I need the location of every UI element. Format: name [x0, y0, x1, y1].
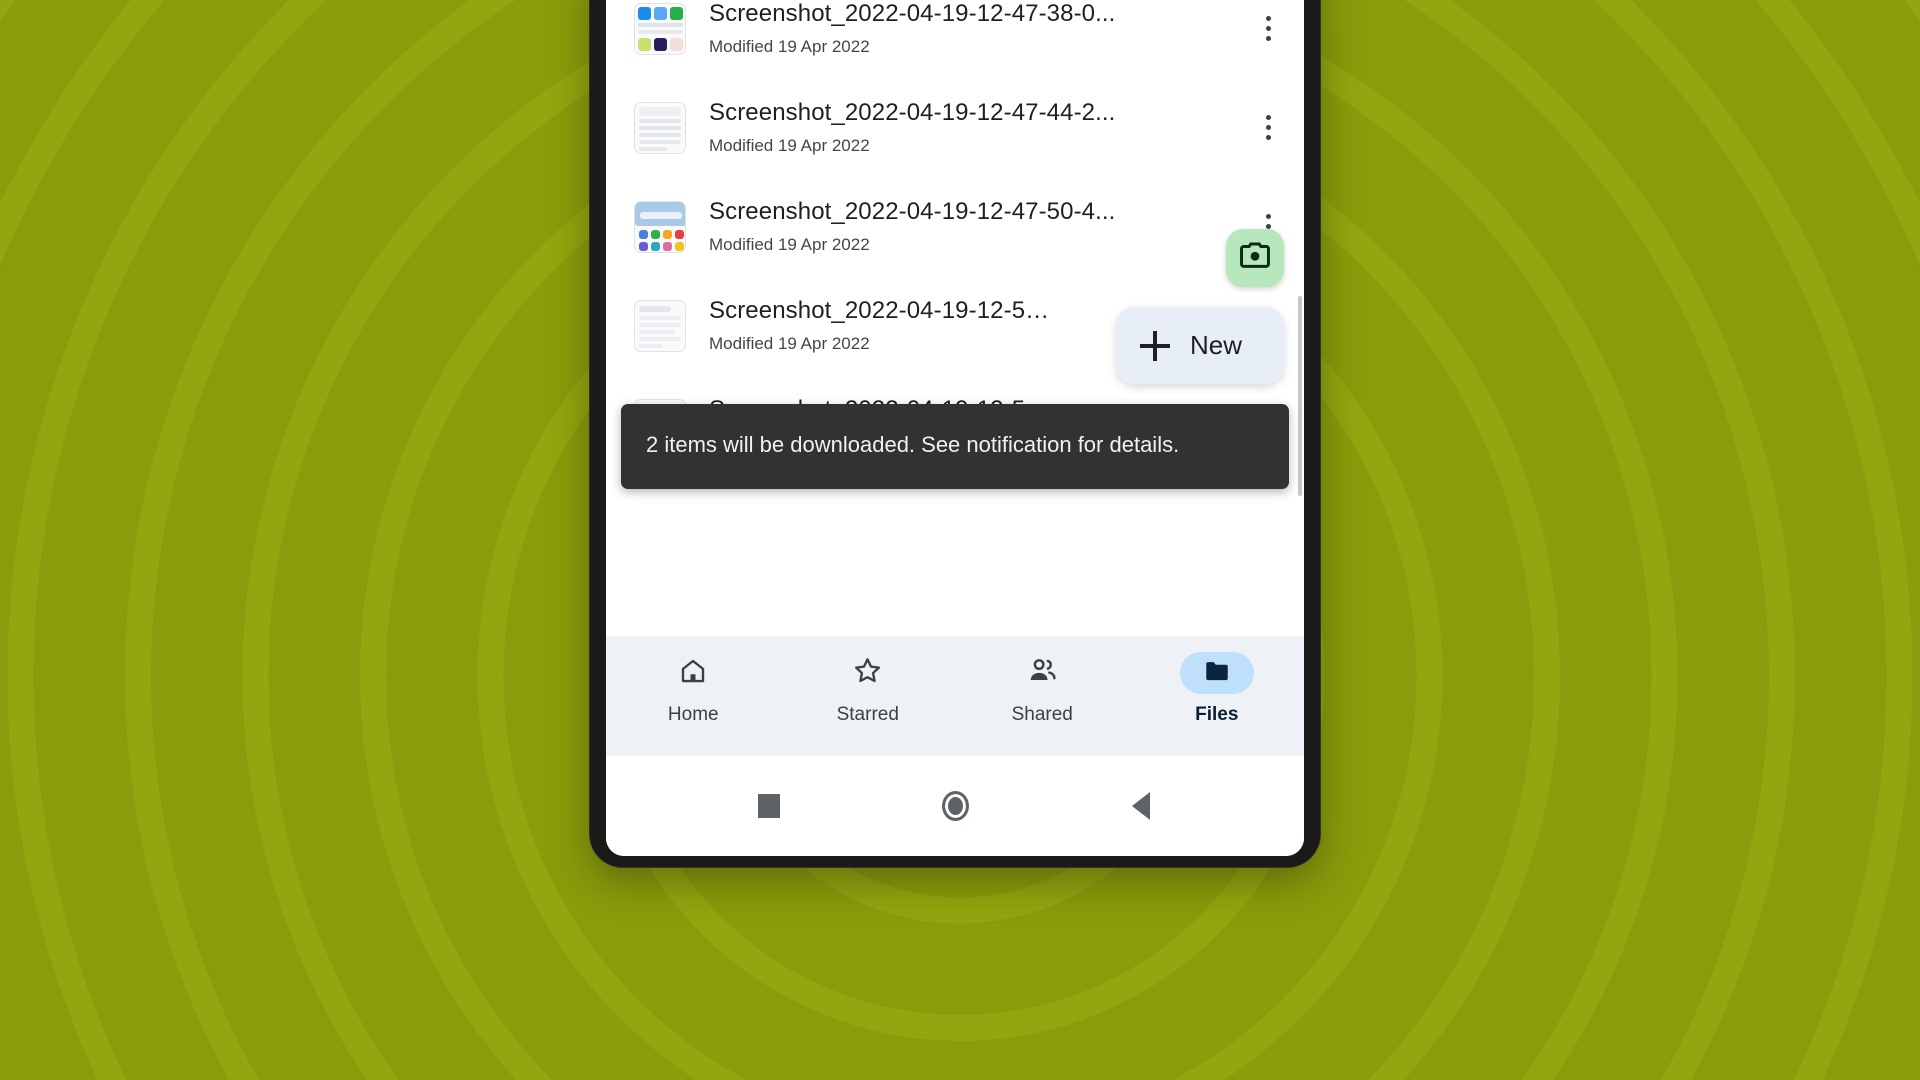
file-name: Screenshot_2022-04-19-12-47-44-2...	[709, 99, 1116, 127]
toast-notification: 2 items will be downloaded. See notifica…	[621, 404, 1289, 490]
bottom-nav-item-starred[interactable]: Starred	[781, 652, 956, 726]
file-name: Screenshot_2022-04-19-12-47-50-4...	[709, 198, 1116, 226]
file-name: Screenshot_2022-04-19-12-47-38-0...	[709, 0, 1116, 28]
file-modified-date: Modified 19 Apr 2022	[709, 36, 870, 56]
circle-icon	[941, 791, 969, 821]
list-scrollbar[interactable]	[1298, 296, 1302, 496]
toast-message: 2 items will be downloaded. See notifica…	[646, 432, 1180, 457]
file-thumbnail	[634, 101, 686, 154]
home-icon	[678, 656, 708, 691]
nav-active-pill	[1179, 652, 1254, 694]
bottom-nav-label: Home	[667, 704, 719, 725]
file-row-text: Screenshot_2022-04-19-12-47-50-4... Modif…	[709, 198, 1250, 254]
device-frame: Screenshot_2022-04-19-12-47-31-9...Modif…	[589, 0, 1321, 868]
android-system-navigation[interactable]	[606, 756, 1304, 856]
folder-icon	[1202, 656, 1232, 691]
square-icon	[758, 794, 780, 818]
file-thumbnail	[634, 2, 686, 55]
nav-icon-slot	[656, 652, 730, 694]
file-thumbnail	[634, 299, 686, 352]
camera-icon	[1238, 239, 1272, 278]
file-modified-date: Modified 19 Apr 2022	[709, 135, 870, 155]
file-row[interactable]: Screenshot_2022-04-19-12-47-38-0... Modif…	[606, 0, 1304, 78]
home-button[interactable]	[927, 778, 983, 834]
nav-icon-slot	[1005, 652, 1079, 694]
bottom-nav-label: Files	[1195, 704, 1239, 725]
bottom-nav-item-home[interactable]: Home	[606, 652, 781, 726]
device-screen: Screenshot_2022-04-19-12-47-31-9...Modif…	[606, 0, 1304, 856]
file-modified-date: Modified 19 Apr 2022	[709, 234, 870, 254]
file-row-text: Screenshot_2022-04-19-12-47-38-0... Modif…	[709, 0, 1250, 56]
people-icon	[1027, 655, 1058, 691]
recents-button[interactable]	[741, 778, 797, 834]
file-row-text: Screenshot_2022-04-19-12-47-44-2... Modif…	[709, 99, 1250, 155]
new-fab-button[interactable]: New	[1116, 307, 1284, 384]
bottom-navigation-bar[interactable]: Home Starred Shared Files	[606, 636, 1304, 756]
back-button[interactable]	[1113, 778, 1169, 834]
file-row[interactable]: Screenshot_2022-04-19-12-47-44-2... Modif…	[606, 78, 1304, 177]
scan-fab-button[interactable]	[1226, 229, 1284, 287]
plus-icon	[1140, 330, 1170, 361]
file-thumbnail	[634, 200, 686, 253]
file-row-overflow-menu-icon[interactable]	[1250, 104, 1286, 152]
bottom-nav-item-files[interactable]: Files	[1130, 652, 1305, 726]
nav-icon-slot	[831, 652, 905, 694]
bottom-nav-label: Shared	[1011, 704, 1073, 725]
bottom-nav-item-shared[interactable]: Shared	[955, 652, 1130, 726]
new-fab-label: New	[1190, 330, 1243, 360]
file-row-overflow-menu-icon[interactable]	[1250, 5, 1286, 53]
bottom-nav-label: Starred	[836, 704, 899, 725]
triangle-icon	[1132, 792, 1150, 820]
star-icon	[852, 655, 883, 691]
file-row[interactable]: Screenshot_2022-04-19-12-47-50-4... Modif…	[606, 177, 1304, 276]
